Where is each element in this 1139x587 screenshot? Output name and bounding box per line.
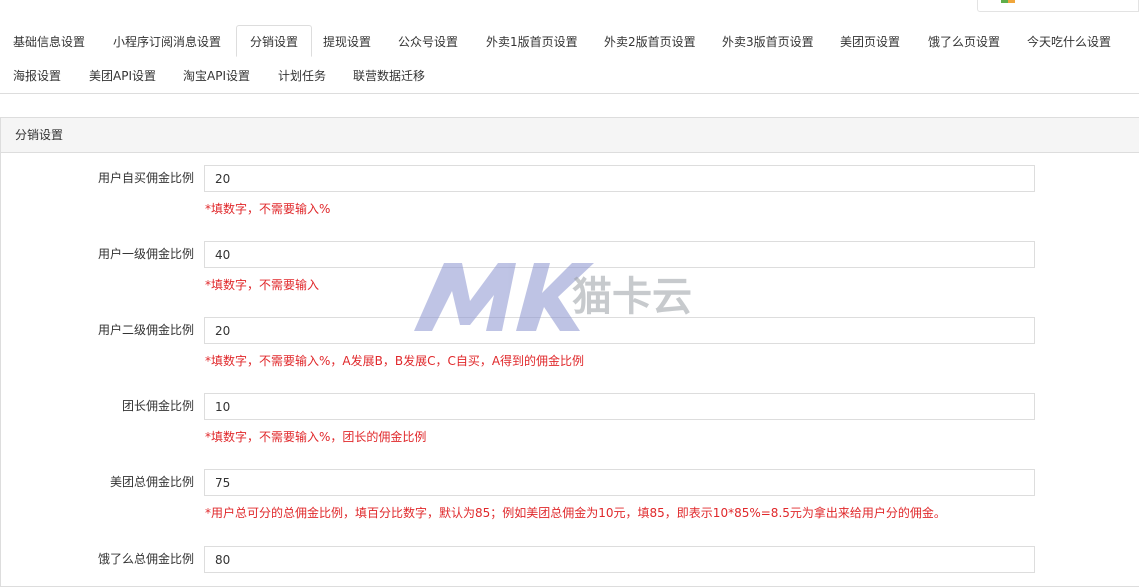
field-help-text: *填数字，不需要输入%，团长的佣金比例 xyxy=(205,430,427,444)
distribution-settings-panel: 分销设置 用户自买佣金比例 *填数字，不需要输入% 用户一级佣金比例 *填数字，… xyxy=(0,117,1139,587)
tab-taobao-api[interactable]: 淘宝API设置 xyxy=(170,60,263,92)
tab-takeout-v1-home[interactable]: 外卖1版首页设置 xyxy=(473,26,591,58)
tab-distribution[interactable]: 分销设置 xyxy=(236,25,313,57)
eleme-total-rate-input[interactable] xyxy=(204,546,1035,573)
tab-what-to-eat[interactable]: 今天吃什么设置 xyxy=(1014,26,1124,58)
field-label: 用户二级佣金比例 xyxy=(97,323,194,337)
field-help-text: *填数字，不需要输入% xyxy=(205,202,331,216)
tab-data-migration[interactable]: 联营数据迁移 xyxy=(340,60,438,92)
tab-takeout-v2-home[interactable]: 外卖2版首页设置 xyxy=(591,26,709,58)
level1-rate-input[interactable] xyxy=(204,241,1035,268)
tab-basic-info[interactable]: 基础信息设置 xyxy=(0,26,98,58)
panel-title: 分销设置 xyxy=(1,118,1139,153)
field-label: 用户一级佣金比例 xyxy=(97,247,194,261)
field-label: 美团总佣金比例 xyxy=(109,475,194,489)
tab-official-account[interactable]: 公众号设置 xyxy=(385,26,471,58)
meituan-total-rate-input[interactable] xyxy=(204,469,1035,496)
level2-rate-input[interactable] xyxy=(204,317,1035,344)
tab-eleme-page[interactable]: 饿了么页设置 xyxy=(915,26,1013,58)
tab-takeout-v3-home[interactable]: 外卖3版首页设置 xyxy=(709,26,827,58)
tab-meituan-page[interactable]: 美团页设置 xyxy=(827,26,913,58)
field-help-text: *填数字，不需要输入%，A发展B，B发展C，C自买，A得到的佣金比例 xyxy=(205,354,585,368)
tab-meituan-api[interactable]: 美团API设置 xyxy=(76,60,169,92)
tab-withdraw[interactable]: 提现设置 xyxy=(310,26,384,58)
settings-tabs: 基础信息设置 小程序订阅消息设置 分销设置 提现设置 公众号设置 外卖1版首页设… xyxy=(0,25,1139,94)
field-label: 团长佣金比例 xyxy=(121,399,194,413)
top-mini-icon xyxy=(1001,0,1015,3)
field-help-text: *用户总可分的总佣金比例，填百分比数字，默认为85；例如美团总佣金为10元，填8… xyxy=(205,506,946,520)
field-label: 用户自买佣金比例 xyxy=(97,171,194,185)
leader-rate-input[interactable] xyxy=(204,393,1035,420)
tab-poster[interactable]: 海报设置 xyxy=(0,60,74,92)
tab-scheduled-tasks[interactable]: 计划任务 xyxy=(265,60,339,92)
field-label: 饿了么总佣金比例 xyxy=(97,552,194,566)
self-purchase-rate-input[interactable] xyxy=(204,165,1035,192)
field-help-text: *填数字，不需要输入 xyxy=(205,278,320,292)
top-strip xyxy=(0,0,1139,14)
tab-miniprogram-subscribe[interactable]: 小程序订阅消息设置 xyxy=(100,26,234,58)
